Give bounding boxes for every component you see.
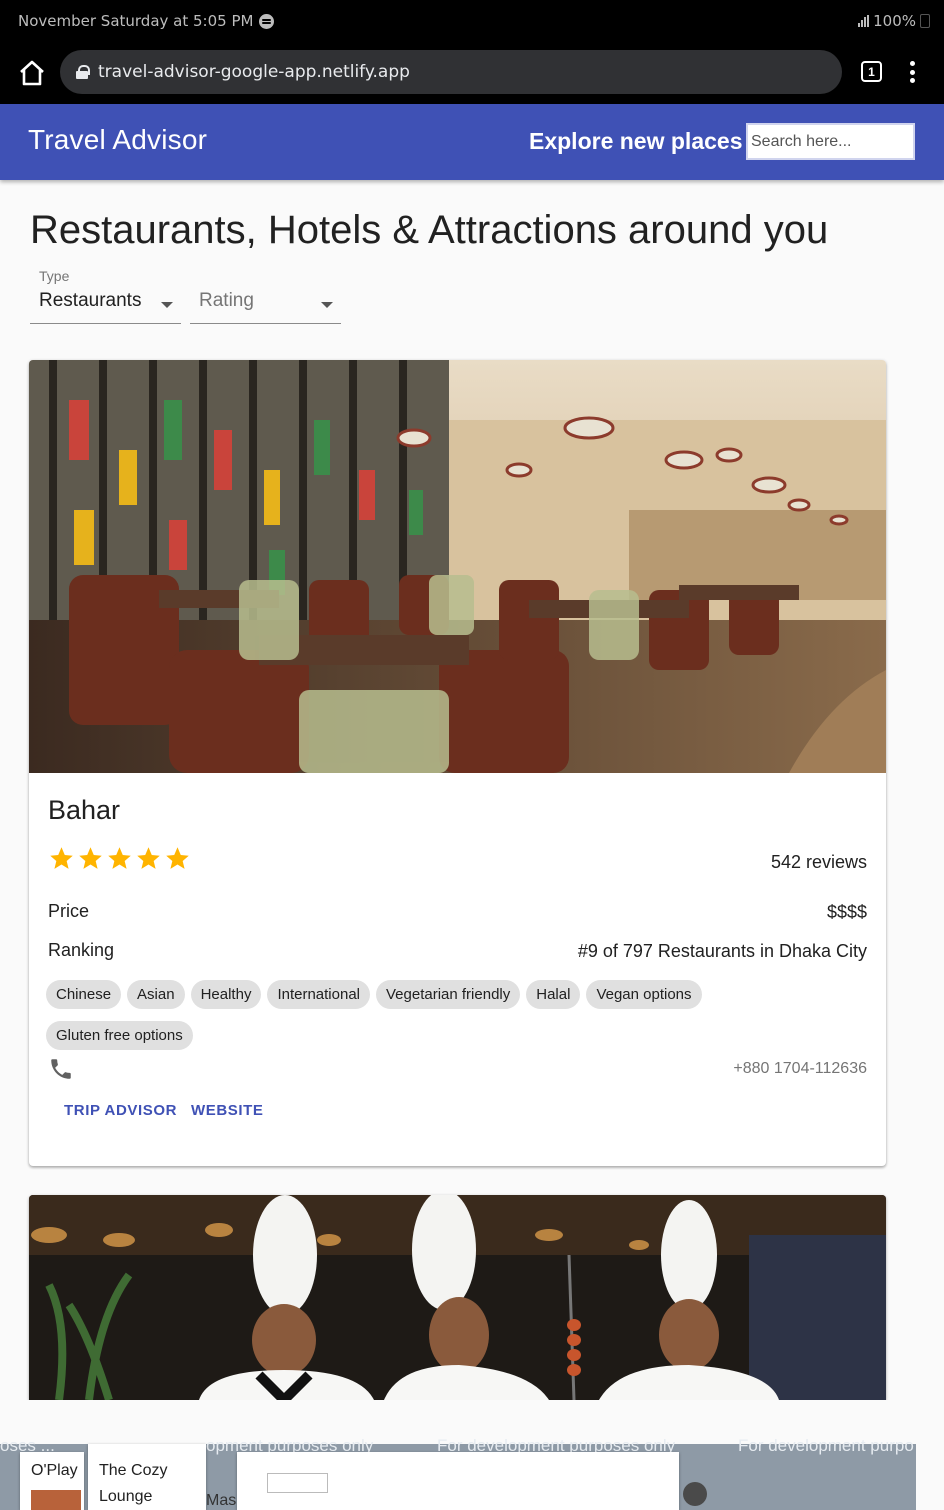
status-bar: November Saturday at 5:05 PM 100% (0, 0, 944, 44)
type-select-value-box[interactable]: Restaurants (30, 290, 181, 324)
search-input[interactable] (746, 123, 915, 160)
type-select[interactable]: Type Restaurants (30, 268, 181, 324)
star-icon (79, 847, 102, 869)
spotify-icon (259, 13, 275, 29)
chefs-photo (29, 1195, 886, 1400)
app-header: Travel Advisor Explore new places (0, 104, 944, 180)
phone-number: +880 1704-112636 (733, 1060, 867, 1077)
map-place-card-empty[interactable] (237, 1452, 679, 1510)
price-label: Price (48, 901, 90, 921)
dropdown-arrow-icon (161, 302, 173, 308)
cuisine-chip[interactable]: Gluten free options (46, 1021, 193, 1050)
ranking-label: Ranking (48, 940, 115, 960)
cuisine-chip[interactable]: International (267, 980, 370, 1009)
rating-stars (48, 845, 191, 872)
type-select-value: Restaurants (39, 290, 142, 311)
status-time: November Saturday at 5:05 PM (18, 12, 254, 30)
url-text: travel-advisor-google-app.netlify.app (98, 62, 410, 82)
website-button[interactable]: WEBSITE (191, 1102, 264, 1119)
cuisine-chip[interactable]: Halal (526, 980, 581, 1009)
map-place-name: O'Play (31, 1462, 78, 1479)
trip-advisor-button[interactable]: TRIP ADVISOR (64, 1102, 177, 1119)
map-place-name: The Cozy Lounge (99, 1462, 168, 1505)
broken-image-icon (267, 1473, 328, 1493)
phone-icon (51, 1059, 71, 1079)
review-count: 542 reviews (770, 852, 867, 872)
star-icon (137, 847, 160, 869)
page-title: Restaurants, Hotels & Attractions around… (30, 208, 829, 252)
home-icon[interactable] (18, 59, 46, 87)
cuisine-chip[interactable]: Asian (127, 980, 185, 1009)
cuisine-chip[interactable]: Chinese (46, 980, 122, 1009)
map-marker-icon[interactable] (683, 1482, 707, 1506)
map-place-card[interactable]: The Cozy Lounge (88, 1444, 206, 1510)
cuisine-chip[interactable]: Vegetarian friendly (376, 980, 521, 1009)
star-icon (50, 847, 73, 869)
cuisine-chip[interactable]: Vegan options (586, 980, 702, 1009)
map-label: Mas (206, 1492, 237, 1509)
browser-toolbar: travel-advisor-google-app.netlify.app 1 (0, 44, 944, 104)
star-icon (166, 847, 189, 869)
place-card (29, 1195, 886, 1400)
lock-icon (76, 65, 90, 79)
tab-switcher-button[interactable]: 1 (861, 61, 882, 82)
explore-label: Explore new places (529, 128, 743, 154)
place-card: Bahar 542 reviews Price $$$$ Ranking #9 … (29, 360, 886, 1166)
map-watermark: For development purpo (738, 1436, 914, 1455)
cuisine-chips: Chinese Asian Healthy International Vege… (46, 980, 766, 1050)
dropdown-arrow-icon (321, 302, 333, 308)
price-value: $$$$ (826, 902, 867, 922)
map-place-card[interactable]: O'Play (20, 1452, 84, 1510)
cuisine-chip[interactable]: Healthy (190, 980, 262, 1009)
map-place-thumbnail (31, 1490, 81, 1510)
place-name: Bahar (48, 795, 121, 825)
app-title: Travel Advisor (28, 124, 208, 155)
restaurant-photo (29, 360, 886, 773)
type-select-label: Type (39, 268, 70, 284)
signal-icon (858, 15, 870, 27)
more-menu-icon[interactable] (909, 61, 915, 83)
address-bar[interactable]: travel-advisor-google-app.netlify.app (60, 50, 842, 94)
ranking-value: #9 of 797 Restaurants in Dhaka City (577, 941, 867, 961)
star-icon (108, 847, 131, 869)
rating-select-placeholder: Rating (199, 290, 254, 311)
battery-percent: 100% (873, 12, 916, 30)
map-panel[interactable]: oses ... opment purposes only For develo… (0, 1400, 944, 1510)
rating-select-value-box[interactable]: Rating (190, 290, 341, 324)
battery-icon (920, 14, 930, 28)
